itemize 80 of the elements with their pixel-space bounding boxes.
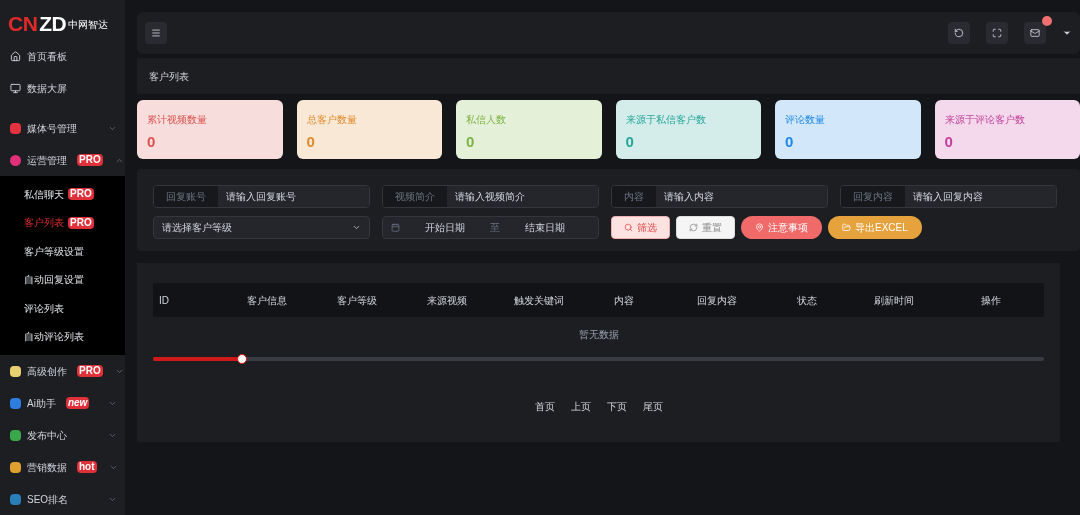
submenu-item[interactable]: 客户列表 PRO bbox=[0, 208, 125, 237]
sidebar-item[interactable]: 数据大屏 bbox=[0, 72, 125, 104]
menu-button[interactable] bbox=[145, 22, 167, 44]
submenu-item[interactable]: 自动回复设置 bbox=[0, 265, 125, 294]
submenu-item[interactable]: 客户等级设置 bbox=[0, 237, 125, 266]
column-header: 内容 bbox=[613, 293, 635, 308]
submenu-item[interactable]: 私信聊天 PRO bbox=[0, 180, 125, 209]
monitor-icon bbox=[10, 82, 21, 94]
sidebar-item[interactable]: 发布中心 bbox=[0, 419, 125, 451]
column-header: ID bbox=[159, 293, 170, 308]
pagination-link[interactable]: 上页 bbox=[570, 399, 591, 414]
sidebar-item[interactable]: Ai助手 new bbox=[0, 387, 125, 419]
pagination-link[interactable]: 尾页 bbox=[642, 399, 663, 414]
sidebar-item[interactable]: 首页看板 bbox=[0, 40, 125, 72]
column-header: 客户等级 bbox=[335, 293, 378, 308]
filter-field[interactable]: 视频简介 请输入视频简介 bbox=[382, 185, 599, 208]
column-header: 客户信息 bbox=[245, 293, 288, 308]
submenu-item[interactable]: 评论列表 bbox=[0, 294, 125, 323]
stat-value: 0 bbox=[466, 132, 476, 152]
sidebar-item[interactable]: SEO排名 bbox=[0, 483, 125, 515]
refresh-button[interactable] bbox=[948, 22, 970, 44]
stat-label: 评论数量 bbox=[785, 113, 826, 127]
date-separator: 至 bbox=[490, 221, 500, 235]
filter-field[interactable]: 内容 请输入内容 bbox=[611, 185, 828, 208]
column-header: 回复内容 bbox=[695, 293, 738, 308]
sidebar-item[interactable]: 运营管理 PRO bbox=[0, 144, 125, 176]
pagination-link[interactable]: 首页 bbox=[534, 399, 555, 414]
field-label: 视频简介 bbox=[383, 186, 447, 207]
reset-icon bbox=[689, 223, 698, 232]
column-header: 来源视频 bbox=[425, 293, 468, 308]
tag-badge: PRO bbox=[68, 188, 94, 201]
column-header: 状态 bbox=[795, 293, 818, 308]
mail-icon bbox=[1030, 28, 1040, 38]
field-label: 回复内容 bbox=[841, 186, 905, 207]
column-header: 刷新时间 bbox=[873, 293, 915, 308]
pin-icon bbox=[755, 223, 764, 232]
folder-icon bbox=[842, 223, 851, 232]
stat-label: 总客户数量 bbox=[306, 113, 358, 127]
stat-label: 来源于私信客户数 bbox=[625, 113, 707, 127]
home-icon bbox=[10, 50, 21, 62]
end-date: 结束日期 bbox=[524, 221, 566, 235]
filter-field[interactable]: 回复账号 请输入回复账号 bbox=[153, 185, 370, 208]
action-button[interactable]: 重置 bbox=[676, 216, 735, 239]
stat-value: 0 bbox=[306, 132, 316, 152]
level-select[interactable]: 请选择客户等级 bbox=[153, 216, 370, 239]
tag-badge: new bbox=[65, 397, 90, 409]
stat-value: 0 bbox=[147, 132, 157, 152]
stat-label: 累计视频数量 bbox=[147, 113, 208, 127]
tag-badge: PRO bbox=[77, 365, 103, 377]
tag-badge: hot bbox=[77, 461, 97, 473]
tag-badge: PRO bbox=[68, 216, 94, 229]
fullscreen-button[interactable] bbox=[986, 22, 1008, 44]
mail-button[interactable] bbox=[1024, 22, 1046, 44]
chevron-down-icon bbox=[352, 223, 361, 232]
stat-value: 0 bbox=[944, 132, 954, 152]
tag-badge: PRO bbox=[77, 154, 103, 166]
field-label: 内容 bbox=[612, 186, 656, 207]
empty-message: 暂无数据 bbox=[577, 327, 620, 342]
calendar-icon bbox=[391, 223, 400, 232]
sidebar-item[interactable]: 营销数据 hot bbox=[0, 451, 125, 483]
filter-field[interactable]: 回复内容 请输入回复内容 bbox=[840, 185, 1057, 208]
field-label: 回复账号 bbox=[154, 186, 218, 207]
column-header: 操作 bbox=[980, 293, 1002, 308]
pagination-link[interactable]: 下页 bbox=[606, 399, 627, 414]
start-date: 开始日期 bbox=[424, 221, 466, 235]
stat-label: 私信人数 bbox=[466, 113, 507, 127]
sidebar-item[interactable]: 媒体号管理 bbox=[0, 112, 125, 144]
chevron-down-icon[interactable] bbox=[1062, 28, 1072, 38]
stat-value: 0 bbox=[785, 132, 795, 152]
menu-icon bbox=[151, 28, 161, 38]
search-icon bbox=[624, 223, 633, 232]
stat-label: 来源于评论客户数 bbox=[944, 113, 1026, 127]
refresh-icon bbox=[954, 28, 964, 38]
page-tab[interactable]: 客户列表 bbox=[149, 68, 189, 84]
submenu-item[interactable]: 自动评论列表 bbox=[0, 322, 125, 351]
date-range-field[interactable]: 开始日期 至 结束日期 bbox=[382, 216, 599, 239]
sidebar-item[interactable]: 高级创作 PRO bbox=[0, 355, 125, 387]
fullscreen-icon bbox=[992, 28, 1002, 38]
column-header: 触发关键词 bbox=[513, 293, 565, 308]
stat-value: 0 bbox=[625, 132, 635, 152]
